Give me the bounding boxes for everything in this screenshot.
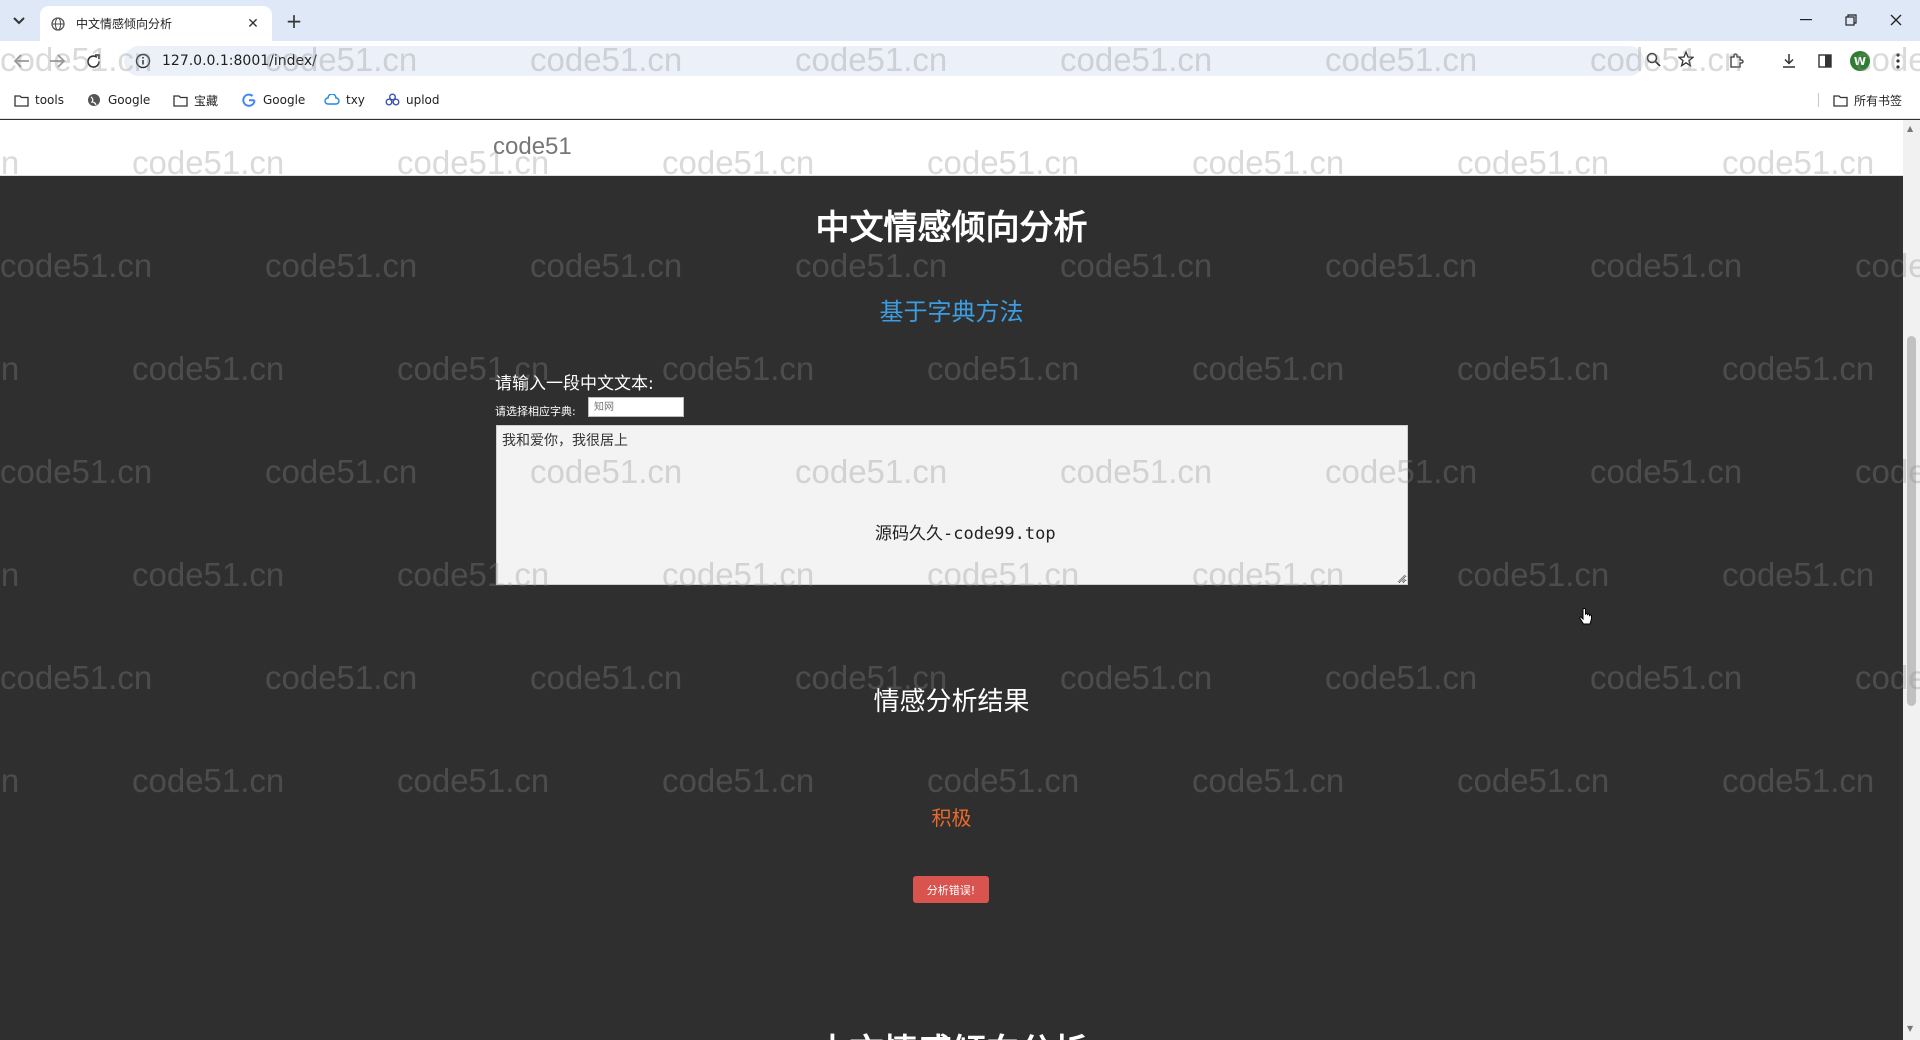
site-info-icon[interactable] bbox=[134, 52, 152, 70]
sentiment-result: 积极 bbox=[931, 806, 972, 830]
bookmark-uplod[interactable]: uplod bbox=[384, 90, 440, 110]
address-bar[interactable]: 127.0.0.1:8001/index/ bbox=[124, 46, 1644, 76]
url-text: 127.0.0.1:8001/index/ bbox=[162, 53, 317, 69]
site-brand-link[interactable]: code51 bbox=[493, 133, 572, 161]
folder-icon bbox=[172, 92, 188, 108]
folder-icon bbox=[13, 92, 29, 108]
minimize-icon[interactable] bbox=[1786, 8, 1826, 32]
all-bookmarks-button[interactable]: 所有书签 bbox=[1832, 90, 1902, 110]
bookmark-baozang[interactable]: 宝藏 bbox=[172, 90, 218, 110]
bookmark-google-1[interactable]: Google bbox=[86, 90, 150, 110]
tab-search-chevron-icon[interactable] bbox=[6, 8, 32, 34]
bookmarks-bar: tools Google 宝藏 Google txy uplod 所有书签 bbox=[0, 81, 1920, 119]
bookmark-label: Google bbox=[263, 93, 306, 107]
bookmark-tools[interactable]: tools bbox=[13, 90, 64, 110]
browser-tab-bar: 中文情感倾向分析 ✕ + bbox=[0, 0, 1920, 41]
google-icon bbox=[241, 92, 257, 108]
bookmark-google-2[interactable]: Google bbox=[241, 90, 305, 110]
scroll-down-arrow-icon[interactable]: ▼ bbox=[1907, 1024, 1913, 1033]
dictionary-label: 请选择相应字典: bbox=[495, 405, 576, 418]
bookmark-txy[interactable]: txy bbox=[324, 90, 365, 110]
bookmarks-divider bbox=[1818, 93, 1819, 107]
repeated-page-title: 中文情感倾向分析 bbox=[0, 1024, 1903, 1040]
bookmark-label: uplod bbox=[406, 93, 440, 107]
forward-arrow-icon[interactable] bbox=[45, 49, 69, 73]
text-prompt-label: 请输入一段中文文本: bbox=[495, 374, 654, 394]
cluster-icon bbox=[384, 92, 400, 108]
site-navbar: code51 bbox=[0, 120, 1903, 176]
report-error-button[interactable]: 分析错误! bbox=[913, 876, 989, 903]
browser-tab[interactable]: 中文情感倾向分析 ✕ bbox=[40, 6, 272, 41]
dictionary-input[interactable] bbox=[588, 397, 684, 417]
window-close-icon[interactable] bbox=[1876, 8, 1916, 32]
method-title: 基于字典方法 bbox=[879, 298, 1024, 326]
tab-close-icon[interactable]: ✕ bbox=[244, 16, 262, 32]
profile-avatar[interactable]: W bbox=[1850, 51, 1870, 71]
bookmark-label: 宝藏 bbox=[194, 93, 219, 108]
result-title: 情感分析结果 bbox=[873, 687, 1030, 717]
resize-handle-icon[interactable] bbox=[1394, 571, 1406, 583]
chinese-text-input[interactable] bbox=[496, 425, 1408, 585]
reload-icon[interactable] bbox=[81, 49, 105, 73]
globe-icon bbox=[50, 16, 66, 32]
source-overlay-text: 源码久久-code99.top bbox=[875, 524, 1056, 544]
restore-icon[interactable] bbox=[1831, 8, 1871, 32]
main-content: 中文情感倾向分析 基于字典方法 请输入一段中文文本: 请选择相应字典: 源码久久… bbox=[0, 176, 1903, 1040]
new-tab-button[interactable]: + bbox=[282, 9, 306, 33]
page-title: 中文情感倾向分析 bbox=[815, 208, 1088, 248]
cloud-icon bbox=[324, 92, 340, 108]
browser-toolbar: 127.0.0.1:8001/index/ W bbox=[0, 41, 1920, 81]
bookmark-star-icon[interactable] bbox=[1675, 48, 1697, 70]
side-panel-icon[interactable] bbox=[1813, 49, 1837, 73]
hand-cursor-icon bbox=[1579, 608, 1592, 625]
download-icon[interactable] bbox=[1777, 49, 1801, 73]
bookmark-label: tools bbox=[35, 93, 64, 107]
scroll-up-arrow-icon[interactable]: ▲ bbox=[1907, 124, 1913, 133]
kebab-menu-icon[interactable] bbox=[1886, 49, 1910, 73]
bookmark-label: Google bbox=[108, 93, 151, 107]
bookmark-label: txy bbox=[346, 93, 365, 107]
all-bookmarks-label: 所有书签 bbox=[1854, 93, 1903, 108]
globe-icon bbox=[86, 92, 102, 108]
tab-title: 中文情感倾向分析 bbox=[76, 17, 173, 31]
back-arrow-icon[interactable] bbox=[10, 49, 34, 73]
extensions-icon[interactable] bbox=[1724, 49, 1748, 73]
scroll-thumb[interactable] bbox=[1907, 336, 1916, 706]
zoom-icon[interactable] bbox=[1642, 48, 1664, 70]
page-scrollbar[interactable]: ▲ ▼ bbox=[1903, 120, 1920, 1040]
folder-icon bbox=[1832, 92, 1848, 108]
